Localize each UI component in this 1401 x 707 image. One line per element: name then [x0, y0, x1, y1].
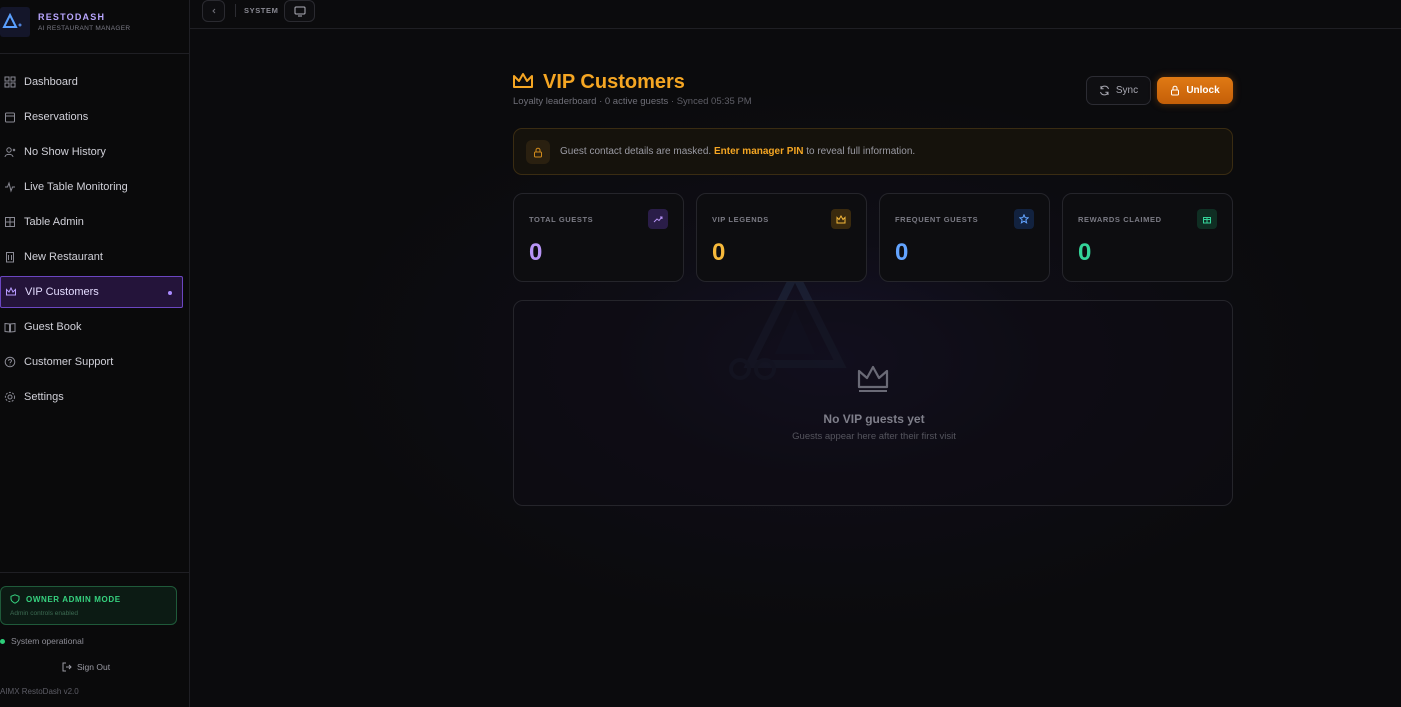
- display-mode-button[interactable]: [284, 0, 315, 22]
- stat-label: REWARDS CLAIMED: [1078, 215, 1162, 224]
- lock-icon: [534, 147, 542, 157]
- sidebar: RESTODASH AI RESTAURANT MANAGER Dashboar…: [0, 0, 190, 707]
- crown-icon: [831, 209, 851, 229]
- crown-icon: [513, 73, 533, 88]
- stat-value: 0: [712, 239, 726, 266]
- crown-icon: [857, 365, 889, 392]
- empty-state-subtitle: Guests appear here after their first vis…: [792, 431, 956, 442]
- synced-time: · Synced 05:35 PM: [670, 96, 752, 107]
- empty-state-title: No VIP guests yet: [823, 412, 925, 426]
- sync-button[interactable]: Sync: [1086, 76, 1151, 105]
- unlock-button[interactable]: Unlock: [1157, 77, 1233, 104]
- stat-label: TOTAL GUESTS: [529, 215, 594, 224]
- sidebar-item-label: Customer Support: [24, 355, 114, 368]
- trending-up-icon: [648, 209, 668, 229]
- page-title: VIP Customers: [543, 71, 685, 93]
- chevron-left-icon: [211, 8, 215, 14]
- collapse-sidebar-button[interactable]: [202, 0, 225, 22]
- system-status: System operational: [0, 636, 84, 646]
- divider: [235, 4, 236, 17]
- admin-mode-title: OWNER ADMIN MODE: [26, 595, 121, 604]
- sidebar-item-label: New Restaurant: [24, 250, 103, 263]
- sidebar-nav: Dashboard Reservations No Show History L…: [0, 64, 189, 414]
- vip-leaderboard-empty-state: No VIP guests yet Guests appear here aft…: [513, 300, 1233, 506]
- sidebar-item-live-table-monitoring[interactable]: Live Table Monitoring: [0, 169, 189, 204]
- stat-label: VIP LEGENDS: [712, 215, 769, 224]
- shield-icon: [10, 594, 20, 604]
- brand-name: RESTODASH: [38, 12, 106, 22]
- sidebar-footer: OWNER ADMIN MODE Admin controls enabled …: [0, 572, 189, 707]
- sign-out-button[interactable]: Sign Out: [62, 662, 110, 672]
- notice-text: Guest contact details are masked. Enter …: [560, 146, 915, 157]
- sign-out-label: Sign Out: [77, 662, 111, 672]
- brand: RESTODASH AI RESTAURANT MANAGER: [0, 0, 189, 54]
- grid-icon: [4, 76, 16, 87]
- sidebar-item-label: Reservations: [24, 110, 89, 123]
- version-text: AIMX RestoDash v2.0: [0, 687, 79, 696]
- star-icon: [1014, 209, 1034, 229]
- status-dot: [0, 638, 5, 644]
- sidebar-item-customer-support[interactable]: Customer Support: [0, 344, 189, 379]
- sidebar-item-label: Settings: [24, 390, 64, 403]
- refresh-icon: [1099, 85, 1109, 96]
- notice-message: Guest contact details are masked.: [560, 146, 712, 157]
- unlock-label: Unlock: [1186, 85, 1220, 96]
- page-subtitle: Loyalty leaderboard · 0 active guests · …: [513, 96, 752, 107]
- sidebar-item-label: Dashboard: [24, 75, 78, 88]
- sync-label: Sync: [1115, 85, 1139, 96]
- user-x-icon: [4, 146, 16, 157]
- activity-icon: [5, 180, 15, 193]
- owner-admin-mode-badge: OWNER ADMIN MODE Admin controls enabled: [0, 586, 177, 625]
- building-icon: [6, 251, 14, 262]
- sidebar-item-label: Table Admin: [24, 215, 84, 228]
- stat-card-frequent-guests: FREQUENT GUESTS 0: [879, 193, 1050, 282]
- stat-card-rewards-claimed: REWARDS CLAIMED 0: [1062, 193, 1233, 282]
- stat-card-total-guests: TOTAL GUESTS 0: [513, 193, 684, 282]
- gear-icon: [4, 391, 16, 402]
- stat-value: 0: [529, 239, 543, 266]
- sidebar-item-label: Guest Book: [24, 320, 82, 333]
- main-content: VIP Customers Loyalty leaderboard · 0 ac…: [190, 29, 1401, 707]
- gift-icon: [1197, 209, 1217, 229]
- notice-icon-box: [526, 140, 550, 164]
- sidebar-item-label: No Show History: [24, 145, 106, 158]
- table-icon: [5, 216, 15, 227]
- sidebar-item-new-restaurant[interactable]: New Restaurant: [0, 239, 189, 274]
- stat-value: 0: [1078, 239, 1092, 266]
- sidebar-item-no-show-history[interactable]: No Show History: [0, 134, 189, 169]
- stat-value: 0: [895, 239, 909, 266]
- brand-subtitle: AI RESTAURANT MANAGER: [38, 25, 131, 32]
- notice-message-end: to reveal full information.: [806, 146, 916, 157]
- sidebar-item-reservations[interactable]: Reservations: [0, 99, 189, 134]
- help-icon: [4, 356, 16, 367]
- system-status-text: System operational: [11, 636, 84, 646]
- sidebar-item-dashboard[interactable]: Dashboard: [0, 64, 189, 99]
- brand-logo: [0, 7, 30, 37]
- sidebar-item-settings[interactable]: Settings: [0, 379, 189, 414]
- stat-card-vip-legends: VIP LEGENDS 0: [696, 193, 867, 282]
- book-icon: [4, 322, 16, 333]
- lock-icon: [1171, 85, 1180, 96]
- sidebar-item-label: VIP Customers: [25, 286, 99, 298]
- system-label: SYSTEM: [244, 6, 279, 15]
- crown-icon: [6, 286, 16, 296]
- sidebar-item-guest-book[interactable]: Guest Book: [0, 309, 189, 344]
- calendar-icon: [5, 112, 15, 122]
- top-bar: SYSTEM: [190, 0, 1401, 29]
- stat-label: FREQUENT GUESTS: [895, 215, 979, 224]
- sidebar-item-vip-customers[interactable]: VIP Customers: [0, 276, 183, 308]
- admin-mode-subtitle: Admin controls enabled: [10, 610, 78, 617]
- active-indicator-dot: [168, 291, 172, 295]
- masked-details-notice: Guest contact details are masked. Enter …: [513, 128, 1233, 175]
- logout-icon: [62, 662, 72, 672]
- enter-manager-pin-link[interactable]: Enter manager PIN: [714, 146, 803, 157]
- leaderboard-summary: Loyalty leaderboard · 0 active guests: [513, 96, 669, 107]
- sidebar-item-table-admin[interactable]: Table Admin: [0, 204, 189, 239]
- sidebar-item-label: Live Table Monitoring: [24, 180, 128, 193]
- monitor-icon: [294, 6, 305, 16]
